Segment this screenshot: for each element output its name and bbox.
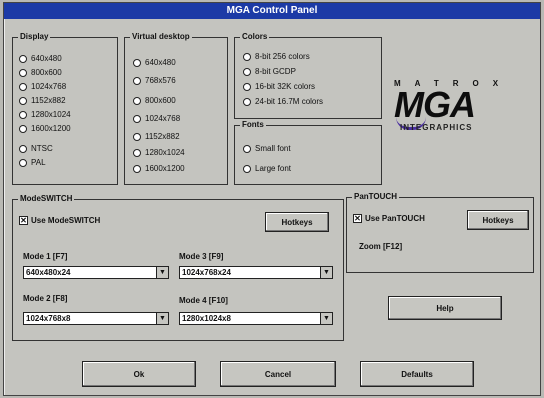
- virtual-option-1024x768[interactable]: 1024x768: [133, 114, 180, 123]
- display-option-640x480[interactable]: 640x480: [19, 54, 62, 63]
- virtual-desktop-group: Virtual desktop 640x480 768x576 800x600 …: [124, 32, 228, 185]
- colors-option-16bit[interactable]: 16-bit 32K colors: [243, 82, 315, 91]
- mode-3-label: Mode 3 [F9]: [179, 252, 224, 261]
- checkbox-checked-icon: ✕: [353, 214, 362, 223]
- virtual-option-768x576[interactable]: 768x576: [133, 76, 176, 85]
- zoom-label: Zoom [F12]: [359, 242, 403, 251]
- dropdown-arrow-icon: ▼: [320, 313, 332, 324]
- colors-option-24bit[interactable]: 24-bit 16.7M colors: [243, 97, 323, 106]
- colors-option-8bit-gcdp[interactable]: 8-bit GCDP: [243, 67, 296, 76]
- modeswitch-hotkeys-button[interactable]: Hotkeys: [265, 212, 329, 232]
- mode-1-select[interactable]: 640x480x24 ▼: [23, 266, 169, 279]
- matrox-mga-logo: MATROX MGA INTEGRAPHICS: [394, 79, 534, 137]
- window-title: MGA Control Panel: [4, 3, 540, 19]
- display-option-1280x1024[interactable]: 1280x1024: [19, 110, 71, 119]
- cancel-button[interactable]: Cancel: [220, 361, 336, 387]
- dropdown-arrow-icon: ▼: [156, 267, 168, 278]
- mode-1-label: Mode 1 [F7]: [23, 252, 68, 261]
- mode-2-select[interactable]: 1024x768x8 ▼: [23, 312, 169, 325]
- virtual-desktop-group-title: Virtual desktop: [130, 32, 192, 42]
- checkbox-checked-icon: ✕: [19, 216, 28, 225]
- colors-group: Colors 8-bit 256 colors 8-bit GCDP 16-bi…: [234, 32, 382, 119]
- dropdown-arrow-icon: ▼: [156, 313, 168, 324]
- fonts-group: Fonts Small font Large font: [234, 120, 382, 185]
- mode-2-label: Mode 2 [F8]: [23, 294, 68, 303]
- fonts-option-small[interactable]: Small font: [243, 144, 291, 153]
- colors-group-title: Colors: [240, 32, 270, 42]
- use-pantouch-checkbox[interactable]: ✕ Use PanTOUCH: [353, 214, 425, 223]
- ok-button[interactable]: Ok: [82, 361, 196, 387]
- mode-4-select[interactable]: 1280x1024x8 ▼: [179, 312, 333, 325]
- display-group-title: Display: [18, 32, 51, 42]
- virtual-option-800x600[interactable]: 800x600: [133, 96, 176, 105]
- modeswitch-group: ModeSWITCH ✕ Use ModeSWITCH Hotkeys Mode…: [12, 194, 344, 341]
- pantouch-hotkeys-button[interactable]: Hotkeys: [467, 210, 529, 230]
- display-option-pal[interactable]: PAL: [19, 158, 46, 167]
- display-option-1024x768[interactable]: 1024x768: [19, 82, 66, 91]
- modeswitch-group-title: ModeSWITCH: [18, 194, 75, 204]
- use-modeswitch-checkbox[interactable]: ✕ Use ModeSWITCH: [19, 216, 100, 225]
- logo-subtitle: INTEGRAPHICS: [400, 123, 473, 132]
- help-button[interactable]: Help: [388, 296, 502, 320]
- virtual-option-1280x1024[interactable]: 1280x1024: [133, 148, 185, 157]
- display-option-800x600[interactable]: 800x600: [19, 68, 62, 77]
- pantouch-group-title: PanTOUCH: [352, 192, 399, 202]
- mode-4-label: Mode 4 [F10]: [179, 296, 228, 305]
- mga-control-panel-window: MGA Control Panel Display 640x480 800x60…: [3, 2, 541, 396]
- display-option-1152x882[interactable]: 1152x882: [19, 96, 66, 105]
- fonts-group-title: Fonts: [240, 120, 266, 130]
- virtual-option-1600x1200[interactable]: 1600x1200: [133, 164, 185, 173]
- dropdown-arrow-icon: ▼: [320, 267, 332, 278]
- mode-3-select[interactable]: 1024x768x24 ▼: [179, 266, 333, 279]
- virtual-option-640x480[interactable]: 640x480: [133, 58, 176, 67]
- display-group: Display 640x480 800x600 1024x768 1152x88…: [12, 32, 118, 185]
- virtual-option-1152x882[interactable]: 1152x882: [133, 132, 180, 141]
- defaults-button[interactable]: Defaults: [360, 361, 474, 387]
- fonts-option-large[interactable]: Large font: [243, 164, 291, 173]
- display-option-ntsc[interactable]: NTSC: [19, 144, 53, 153]
- display-option-1600x1200[interactable]: 1600x1200: [19, 124, 71, 133]
- colors-option-8bit-256[interactable]: 8-bit 256 colors: [243, 52, 310, 61]
- pantouch-group: PanTOUCH ✕ Use PanTOUCH Hotkeys Zoom [F1…: [346, 192, 534, 273]
